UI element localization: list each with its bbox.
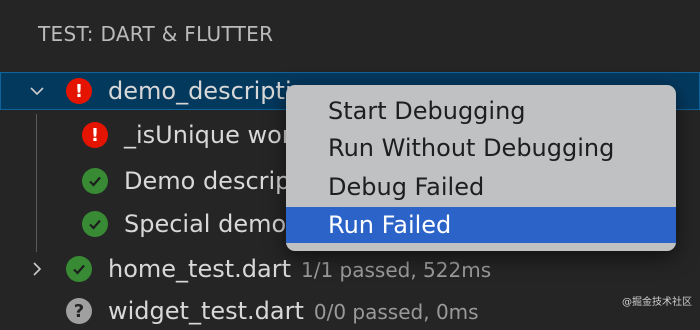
test-group-label: home_test.dart 1/1 passed, 522ms (108, 255, 491, 283)
test-passed-icon (82, 168, 108, 194)
menu-item-debug-failed[interactable]: Debug Failed (286, 169, 676, 205)
test-passed-icon (66, 256, 92, 282)
watermark: @掘金技术社区 (622, 297, 692, 308)
panel-title: TEST: DART & FLUTTER (38, 22, 274, 46)
test-failed-icon: ! (82, 122, 108, 148)
test-group-label: widget_test.dart 0/0 passed, 0ms (108, 297, 479, 325)
test-group-widget-test[interactable]: ? widget_test.dart 0/0 passed, 0ms (0, 292, 700, 330)
context-menu: Start Debugging Run Without Debugging De… (286, 85, 676, 251)
test-item-label: _isUnique wor (124, 121, 292, 149)
test-item-label: Demo descrip (124, 167, 291, 195)
test-passed-icon (82, 211, 108, 237)
chevron-right-icon[interactable] (26, 258, 48, 280)
test-group-home-test[interactable]: home_test.dart 1/1 passed, 522ms (0, 250, 700, 288)
menu-item-start-debugging[interactable]: Start Debugging (286, 93, 676, 129)
menu-item-run-without-debugging[interactable]: Run Without Debugging (286, 130, 676, 166)
test-group-summary: 1/1 passed, 522ms (300, 258, 492, 282)
chevron-down-icon[interactable] (26, 80, 48, 102)
test-failed-icon: ! (66, 78, 92, 104)
test-group-label: demo_descripti (108, 77, 292, 105)
test-group-name: widget_test.dart (108, 297, 304, 325)
test-item-label: Special demo (124, 210, 287, 238)
test-unknown-icon: ? (66, 298, 92, 324)
test-group-summary: 0/0 passed, 0ms (313, 300, 479, 324)
test-group-name: home_test.dart (108, 255, 291, 283)
menu-item-run-failed[interactable]: Run Failed (286, 207, 676, 243)
